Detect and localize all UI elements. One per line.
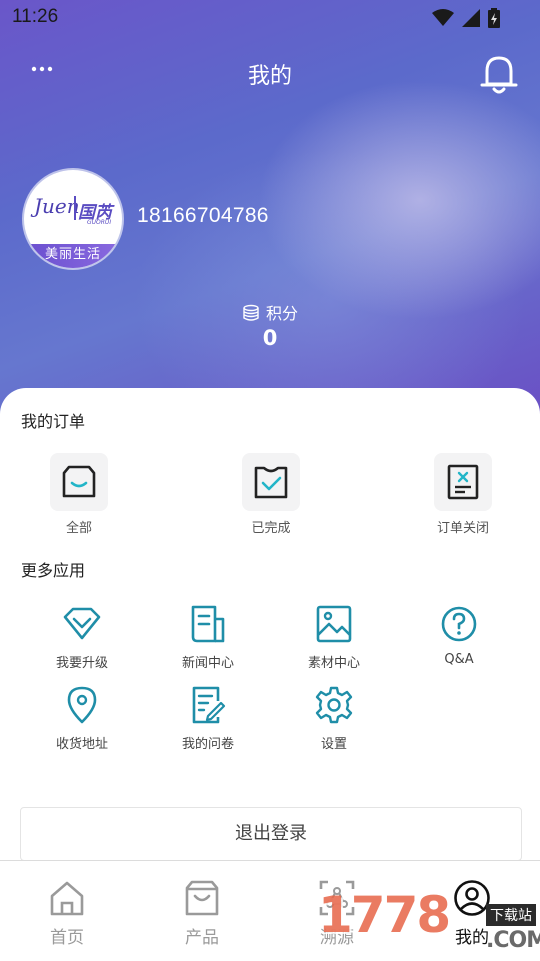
page-title: 我的	[247, 64, 292, 89]
order-closed-label: 订单关闭	[436, 521, 489, 536]
tab-home[interactable]: 首页	[17, 879, 117, 948]
avatar-band: 美丽生活	[24, 244, 122, 268]
order-closed-button[interactable]: 订单关闭	[418, 453, 508, 536]
question-icon	[441, 606, 477, 642]
app-address-label: 收货地址	[55, 737, 108, 752]
tab-trace-label: 溯源	[320, 928, 354, 948]
order-all-label: 全部	[65, 521, 92, 536]
tab-mine-label: 我的	[455, 928, 489, 948]
points-value: 0	[262, 326, 278, 350]
bag-icon	[185, 880, 219, 916]
signal-icon	[462, 9, 480, 27]
questionnaire-icon	[192, 686, 226, 724]
order-completed-label: 已完成	[251, 521, 291, 536]
app-questionnaire-label: 我的问卷	[181, 737, 234, 752]
points-label-text: 积分	[265, 304, 298, 323]
bottom-tab-bar: 首页 产品 溯源 我的	[0, 860, 540, 961]
location-pin-icon	[67, 686, 97, 724]
image-icon	[316, 605, 352, 643]
completed-check-icon	[254, 466, 288, 499]
tab-products[interactable]: 产品	[152, 879, 252, 948]
points-label[interactable]: 积分	[0, 300, 540, 324]
coins-icon	[243, 304, 259, 321]
tab-mine[interactable]: 我的	[422, 879, 522, 948]
avatar-logo-divider	[74, 196, 76, 220]
app-upgrade-label: 我要升级	[55, 656, 108, 671]
app-settings-label: 设置	[320, 737, 347, 752]
app-my-questionnaire[interactable]: 我的问卷	[158, 685, 258, 752]
app-qa-label: Q&A	[444, 652, 474, 667]
app-news-label: 新闻中心	[181, 656, 234, 671]
news-icon	[191, 605, 225, 643]
user-circle-icon	[454, 880, 490, 916]
tab-trace[interactable]: 溯源	[287, 879, 387, 948]
shopping-bag-icon	[62, 465, 96, 498]
status-bar: 11:26	[0, 0, 540, 36]
order-completed-button[interactable]: 已完成	[226, 453, 316, 536]
status-time: 11:26	[12, 6, 59, 27]
tab-products-label: 产品	[185, 928, 219, 948]
apps-section-title: 更多应用	[21, 561, 86, 580]
home-icon	[50, 881, 84, 916]
app-qa[interactable]: Q&A	[409, 604, 509, 667]
order-all-button[interactable]: 全部	[34, 453, 124, 536]
app-material-center[interactable]: 素材中心	[284, 604, 384, 671]
avatar-logo-text: Juen	[34, 194, 80, 218]
order-closed-icon	[447, 464, 479, 500]
bell-icon[interactable]	[478, 52, 520, 96]
avatar[interactable]: Juen 国芮 GUORUI 美丽生活	[24, 170, 122, 268]
trace-icon	[319, 880, 355, 916]
wifi-icon	[432, 9, 454, 26]
user-phone: 18166704786	[137, 204, 269, 227]
avatar-logo-sub: GUORUI	[87, 219, 112, 226]
tab-home-label: 首页	[50, 928, 84, 948]
app-upgrade[interactable]: 我要升级	[32, 604, 132, 671]
app-settings[interactable]: 设置	[284, 685, 384, 752]
main-card: 我的订单 全部 已完成 订单关闭 更多应用 我要升级 新闻中心 素材中心 Q&A…	[0, 388, 540, 868]
orders-section-title: 我的订单	[21, 412, 86, 431]
app-material-label: 素材中心	[307, 656, 360, 671]
app-shipping-address[interactable]: 收货地址	[32, 685, 132, 752]
logout-button[interactable]: 退出登录	[20, 807, 522, 861]
battery-charging-icon	[488, 8, 500, 28]
app-news-center[interactable]: 新闻中心	[158, 604, 258, 671]
gear-icon	[315, 686, 353, 724]
diamond-icon	[63, 607, 101, 640]
